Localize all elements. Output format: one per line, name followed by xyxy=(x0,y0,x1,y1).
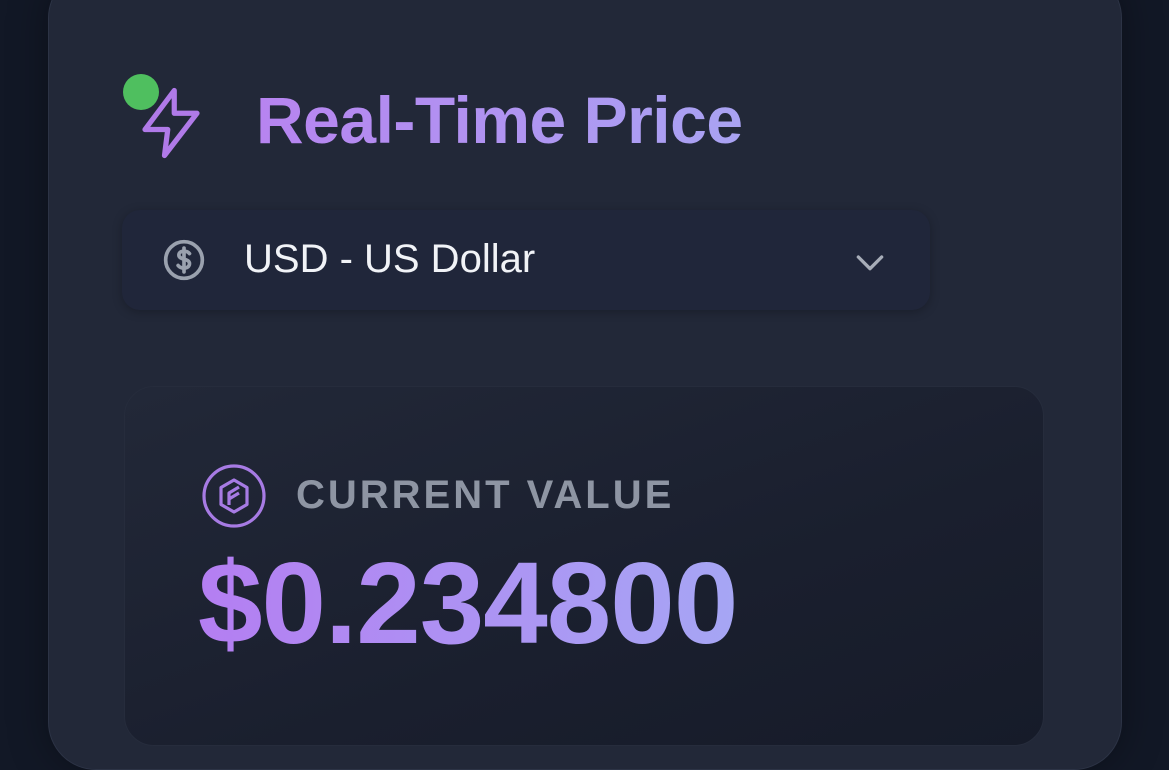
dollar-circle-icon xyxy=(163,239,205,281)
current-price-value: $0.234800 xyxy=(198,538,738,668)
token-coin-icon xyxy=(202,464,266,528)
currency-select-value: USD - US Dollar xyxy=(244,237,536,281)
live-status-dot xyxy=(123,73,159,110)
card-header xyxy=(120,70,215,170)
page-title: Real-Time Price xyxy=(256,83,743,157)
live-indicator xyxy=(120,73,215,168)
current-value-label: CURRENT VALUE xyxy=(296,473,675,517)
chevron-down-icon[interactable] xyxy=(850,242,890,282)
currency-select[interactable]: USD - US Dollar xyxy=(122,210,930,310)
